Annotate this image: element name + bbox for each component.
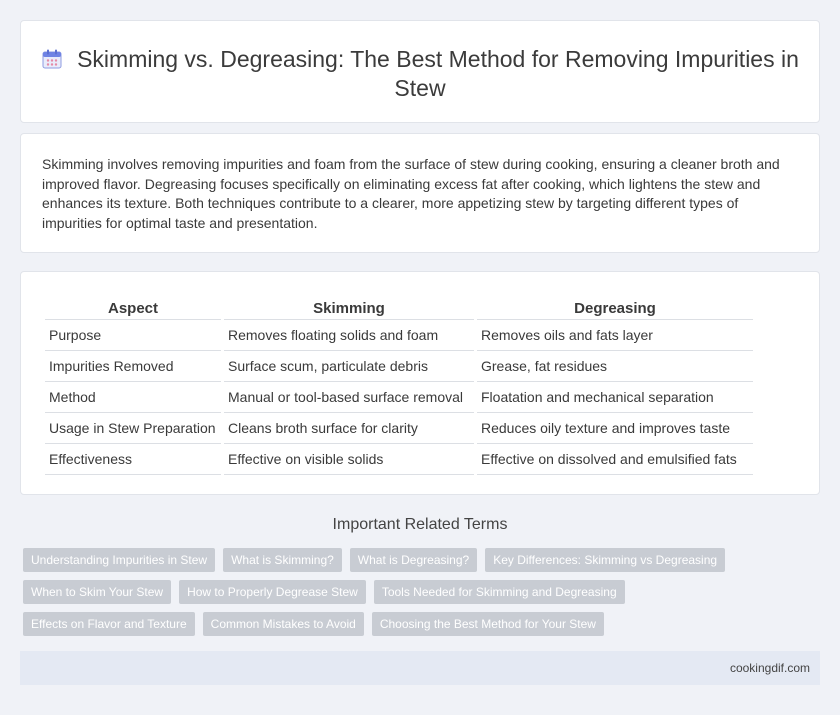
table-cell: Removes floating solids and foam — [224, 320, 474, 351]
table-cell: Effective on visible solids — [224, 444, 474, 475]
title-card: Skimming vs. Degreasing: The Best Method… — [20, 20, 820, 123]
header-degreasing: Degreasing — [477, 296, 753, 320]
related-terms-list: Understanding Impurities in Stew What is… — [23, 548, 803, 636]
related-terms-heading: Important Related Terms — [332, 516, 508, 533]
header-skimming: Skimming — [224, 296, 474, 320]
table-row: Effectiveness Effective on visible solid… — [45, 444, 753, 475]
table-cell: Floatation and mechanical separation — [477, 382, 753, 413]
related-term-tag[interactable]: Tools Needed for Skimming and Degreasing — [373, 580, 625, 604]
table-cell: Surface scum, particulate debris — [224, 351, 474, 382]
related-term-tag[interactable]: What is Skimming? — [223, 548, 342, 572]
related-term-tag[interactable]: Understanding Impurities in Stew — [23, 548, 216, 572]
related-term-tag[interactable]: Choosing the Best Method for Your Stew — [371, 612, 604, 636]
table-row: Method Manual or tool-based surface remo… — [45, 382, 753, 413]
table-cell: Impurities Removed — [45, 351, 221, 382]
footer-site-link[interactable]: cookingdif.com — [730, 661, 810, 675]
page-title: Skimming vs. Degreasing: The Best Method… — [77, 46, 799, 101]
page-title-block: Skimming vs. Degreasing: The Best Method… — [21, 45, 819, 103]
table-cell: Usage in Stew Preparation — [45, 413, 221, 444]
table-cell: Purpose — [45, 320, 221, 351]
table-cell: Effective on dissolved and emulsified fa… — [477, 444, 753, 475]
table-cell: Cleans broth surface for clarity — [224, 413, 474, 444]
related-term-tag[interactable]: When to Skim Your Stew — [23, 580, 172, 604]
related-term-tag[interactable]: What is Degreasing? — [349, 548, 478, 572]
table-cell: Method — [45, 382, 221, 413]
table-row: Purpose Removes floating solids and foam… — [45, 320, 753, 351]
table-cell: Removes oils and fats layer — [477, 320, 753, 351]
table-row: Impurities Removed Surface scum, particu… — [45, 351, 753, 382]
intro-paragraph: Skimming involves removing impurities an… — [42, 156, 780, 231]
intro-card: Skimming involves removing impurities an… — [20, 133, 820, 253]
related-term-tag[interactable]: Key Differences: Skimming vs Degreasing — [485, 548, 726, 572]
calendar-icon — [41, 48, 63, 70]
header-aspect: Aspect — [45, 296, 221, 320]
table-cell: Grease, fat residues — [477, 351, 753, 382]
table-cell: Reduces oily texture and improves taste — [477, 413, 753, 444]
table-cell: Manual or tool-based surface removal — [224, 382, 474, 413]
footer: cookingdif.com — [20, 651, 820, 685]
comparison-card: Aspect Skimming Degreasing Purpose Remov… — [20, 271, 820, 495]
related-term-tag[interactable]: Effects on Flavor and Texture — [23, 612, 195, 636]
table-row: Usage in Stew Preparation Cleans broth s… — [45, 413, 753, 444]
comparison-table: Aspect Skimming Degreasing Purpose Remov… — [42, 296, 756, 475]
related-term-tag[interactable]: How to Properly Degrease Stew — [179, 580, 366, 604]
table-header-row: Aspect Skimming Degreasing — [45, 296, 753, 320]
table-cell: Effectiveness — [45, 444, 221, 475]
related-term-tag[interactable]: Common Mistakes to Avoid — [202, 612, 364, 636]
